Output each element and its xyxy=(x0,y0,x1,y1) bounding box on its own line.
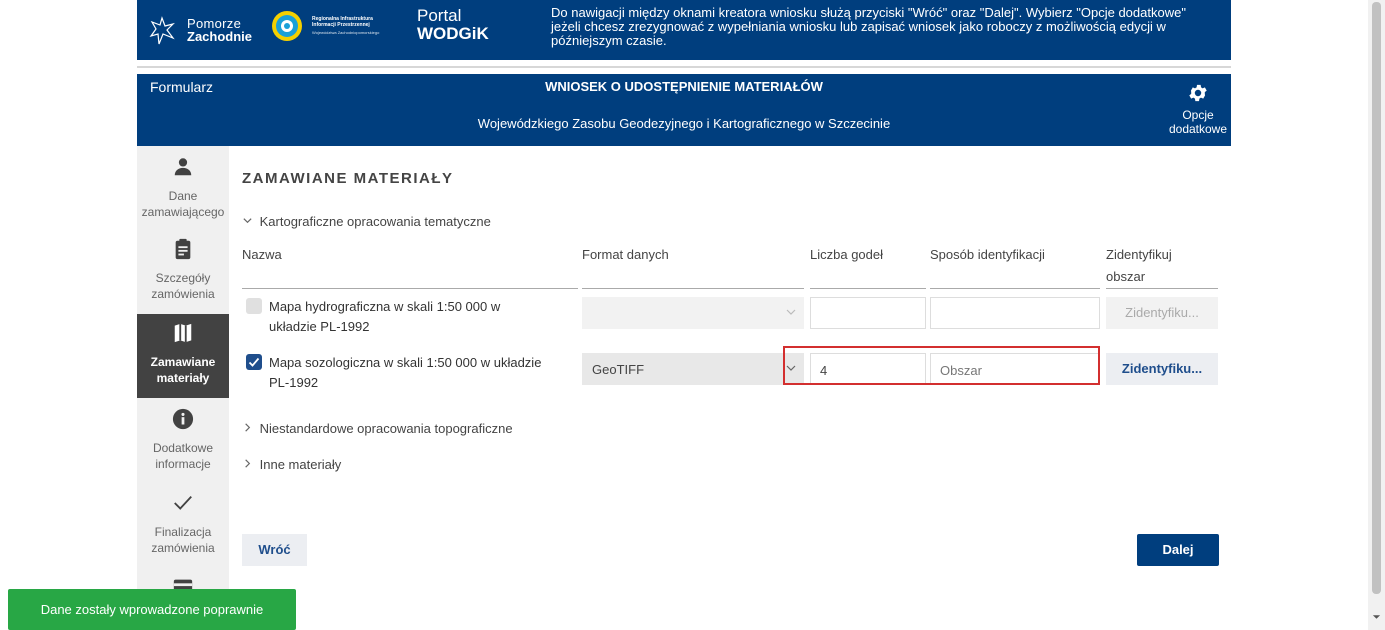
step-customer-data[interactable]: Dane zamawiającego xyxy=(137,156,229,236)
column-header-format: Format danych xyxy=(582,247,669,262)
row-name-line2: PL-1992 xyxy=(269,375,319,390)
additional-options-label-line1: Opcje xyxy=(1182,108,1214,122)
scroll-down-arrow-icon[interactable] xyxy=(1372,612,1381,622)
column-divider xyxy=(930,288,1100,289)
step-label-line1: Dane xyxy=(168,189,198,203)
portal-label: Portal xyxy=(417,6,462,25)
category-thematic-maps[interactable]: Kartograficzne opracowania tematyczne xyxy=(242,214,491,229)
wizard-steps-sidebar: Dane zamawiającego Szczegóły zamówienia … xyxy=(137,146,229,630)
step-label-line2: zamówienia xyxy=(151,541,215,555)
column-header-identification: Sposób identyfikacji xyxy=(930,247,1045,262)
count-input-hydrographic[interactable] xyxy=(810,297,926,329)
user-icon xyxy=(174,158,192,176)
row-name-hydrographic: Mapa hydrograficzna w skali 1:50 000 w u… xyxy=(269,297,569,337)
row-name-line1: Mapa hydrograficzna w skali 1:50 000 w xyxy=(269,299,501,314)
pomorze-zachodnie-logo[interactable]: Pomorze Zachodnie xyxy=(149,12,259,48)
next-button[interactable]: Dalej xyxy=(1137,534,1219,566)
pomorze-logo-icon xyxy=(149,16,175,45)
column-divider xyxy=(582,288,804,289)
additional-options-button[interactable]: Opcje dodatkowe xyxy=(1165,82,1231,136)
logo-text-zachodnie: Zachodnie xyxy=(187,29,253,44)
form-title: WNIOSEK O UDOSTĘPNIENIE MATERIAŁÓW xyxy=(545,79,823,94)
clipboard-icon xyxy=(175,238,191,260)
column-divider xyxy=(242,288,578,289)
row-checkbox-sozological[interactable] xyxy=(246,354,262,370)
step-label-line2: informacje xyxy=(155,457,211,471)
riip-logo[interactable]: Regionalna Infrastruktura Informacji Prz… xyxy=(270,9,380,49)
wodgik-label: WODGiK xyxy=(417,24,489,43)
chevron-right-icon xyxy=(242,457,256,472)
step-label-line1: Zamawiane xyxy=(150,355,216,369)
step-label-line1: Dodatkowe xyxy=(152,441,214,455)
category-label: Niestandardowe opracowania topograficzne xyxy=(259,421,513,436)
map-icon xyxy=(174,323,192,343)
back-button[interactable]: Wróć xyxy=(242,534,307,566)
identify-button-hydrographic[interactable]: Zidentyfiku... xyxy=(1106,297,1218,329)
riip-logo-icon xyxy=(272,11,302,41)
main-content: ZAMAWIANE MATERIAŁY Kartograficzne oprac… xyxy=(242,146,1222,630)
form-header: Formularz WNIOSEK O UDOSTĘPNIENIE MATERI… xyxy=(137,74,1231,146)
row-name-sozological: Mapa sozologiczna w skali 1:50 000 w ukł… xyxy=(269,353,569,393)
count-input-sozological[interactable]: 4 xyxy=(810,353,926,385)
info-icon xyxy=(172,408,194,430)
top-header: Pomorze Zachodnie Regionalna Infrastrukt… xyxy=(137,0,1231,60)
step-ordered-materials[interactable]: Zamawiane materiały xyxy=(137,314,229,398)
riip-logo-title: Regionalna Infrastruktura Informacji Prz… xyxy=(312,16,373,28)
check-icon xyxy=(174,495,192,510)
chevron-down-icon xyxy=(786,309,796,315)
category-custom-topographic[interactable]: Niestandardowe opracowania topograficzne xyxy=(242,421,513,436)
step-order-details[interactable]: Szczegóły zamówienia xyxy=(137,238,229,312)
portal-wodgik-logo[interactable]: Portal WODGiK xyxy=(417,7,489,43)
step-label-line1: Szczegóły xyxy=(155,271,211,285)
chevron-right-icon xyxy=(242,421,256,436)
checkmark-icon xyxy=(248,357,260,367)
row-checkbox-hydrographic[interactable] xyxy=(246,298,262,314)
chevron-down-icon xyxy=(786,365,796,371)
step-label-line2: zamawiającego xyxy=(141,205,225,219)
row-name-line1: Mapa sozologiczna w skali 1:50 000 w ukł… xyxy=(269,355,542,370)
row-name-line2: układzie PL-1992 xyxy=(269,319,370,334)
column-divider xyxy=(1106,288,1218,289)
riip-logo-subtitle: Województwa Zachodniopomorskiego xyxy=(312,30,380,35)
format-select-value: GeoTIFF xyxy=(592,362,645,377)
identification-input-hydrographic[interactable] xyxy=(930,297,1100,329)
gear-icon xyxy=(1189,84,1207,102)
identify-button-sozological[interactable]: Zidentyfiku... xyxy=(1106,353,1218,385)
section-title: ZAMAWIANE MATERIAŁY xyxy=(242,170,454,187)
chevron-down-icon xyxy=(242,214,256,229)
step-label-line1: Finalizacja xyxy=(154,525,212,539)
identification-input-sozological[interactable]: Obszar xyxy=(930,353,1100,385)
form-subtitle: Wojewódzkiego Zasobu Geodezyjnego i Kart… xyxy=(477,116,891,131)
step-finalization[interactable]: Finalizacja zamówienia xyxy=(137,492,229,566)
format-select-hydrographic[interactable] xyxy=(582,297,804,329)
scrollbar-thumb[interactable] xyxy=(1372,2,1381,594)
success-toast: Dane zostały wprowadzone poprawnie xyxy=(8,589,296,630)
category-other-materials[interactable]: Inne materiały xyxy=(242,457,341,472)
step-label-line2: zamówienia xyxy=(151,287,215,301)
category-label: Inne materiały xyxy=(259,457,342,472)
column-divider xyxy=(810,288,926,289)
column-header-name: Nazwa xyxy=(242,247,282,262)
column-header-identify-area: Zidentyfikuj obszar xyxy=(1106,247,1172,284)
step-additional-info[interactable]: Dodatkowe informacje xyxy=(137,408,229,482)
step-label-line2: materiały xyxy=(156,371,210,385)
additional-options-label-line2: dodatkowe xyxy=(1168,122,1228,136)
page-scrollbar[interactable] xyxy=(1368,0,1385,630)
header-divider xyxy=(137,66,1231,68)
format-select-sozological[interactable]: GeoTIFF xyxy=(582,353,804,385)
column-header-count: Liczba godeł xyxy=(810,247,883,262)
category-label: Kartograficzne opracowania tematyczne xyxy=(259,214,491,229)
navigation-hint-message: Do nawigacji między oknami kreatora wnio… xyxy=(551,5,1186,48)
